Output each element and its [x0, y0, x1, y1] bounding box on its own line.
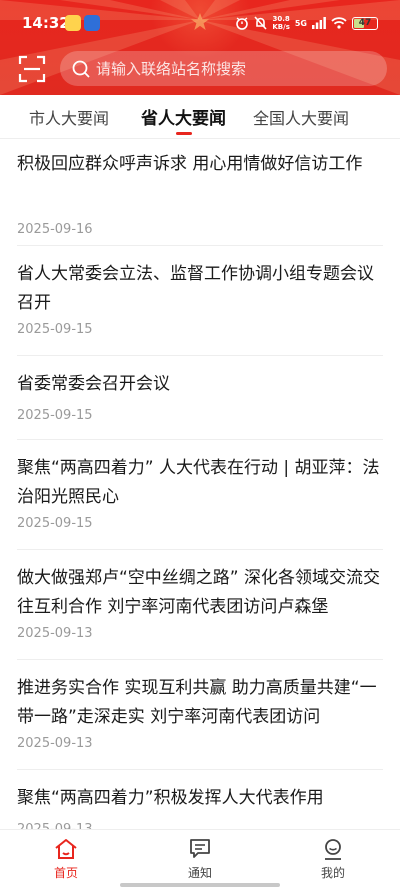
wifi-icon	[331, 17, 347, 29]
nav-home[interactable]: 首页	[36, 838, 96, 881]
news-title: 聚焦“两高四着力” 人大代表在行动 | 胡亚萍：法治阳光照民心	[17, 458, 380, 507]
news-title: 聚焦“两高四着力”积极发挥人大代表作用	[17, 788, 324, 808]
signal-icon	[312, 17, 326, 29]
status-indicators: 30.8 KB/s 5G 47	[235, 13, 378, 33]
app-notification-icon	[65, 15, 81, 31]
news-title: 做大做强郑卢“空中丝绸之路” 深化各领域交流交往互利合作 刘宁率河南代表团访问卢…	[17, 568, 381, 617]
active-tab-indicator	[176, 132, 192, 135]
news-date: 2025-09-16	[17, 222, 93, 237]
news-date: 2025-09-15	[17, 322, 93, 337]
search-bar[interactable]	[60, 51, 387, 86]
nav-notifications-label: 通知	[187, 866, 212, 880]
home-icon	[55, 839, 77, 859]
news-item[interactable]: 聚焦“两高四着力” 人大代表在行动 | 胡亚萍：法治阳光照民心 2025-09-…	[17, 440, 383, 550]
profile-icon	[325, 839, 341, 860]
status-bar: 14:32 30.8 KB/s 5G 47	[0, 0, 400, 48]
news-item[interactable]: 聚焦“两高四着力”积极发挥人大代表作用 2025-09-13	[17, 770, 383, 830]
app-notification-icon	[84, 15, 100, 31]
news-date: 2025-09-13	[17, 626, 93, 641]
news-item[interactable]: 省委常委会召开会议 2025-09-15	[17, 356, 383, 440]
mute-bell-icon	[254, 16, 267, 30]
battery-indicator: 47	[352, 16, 378, 30]
app-header: 14:32 30.8 KB/s 5G 47 请输入联络站名称搜索	[0, 0, 400, 95]
news-title: 积极回应群众呼声诉求 用心用情做好信访工作	[17, 154, 363, 174]
news-list: 积极回应群众呼声诉求 用心用情做好信访工作 2025-09-16 省人大常委会立…	[0, 140, 400, 830]
bottom-navigation: 首页 通知 我的	[0, 829, 400, 889]
network-type: 5G	[294, 18, 307, 28]
tab-national-news[interactable]: 全国人大要闻	[253, 105, 349, 129]
news-date: 2025-09-15	[17, 408, 93, 423]
search-icon	[72, 60, 90, 78]
news-item[interactable]: 省人大常委会立法、监督工作协调小组专题会议召开 2025-09-15	[17, 246, 383, 356]
news-item[interactable]: 推进务实合作 实现互利共赢 助力高质量共建“一带一路”走深走实 刘宁率河南代表团…	[17, 660, 383, 770]
search-input[interactable]	[96, 59, 366, 78]
network-speed: 30.8 KB/s	[272, 15, 290, 31]
home-indicator	[120, 883, 280, 887]
nav-home-label: 首页	[53, 866, 78, 880]
news-item[interactable]: 做大做强郑卢“空中丝绸之路” 深化各领域交流交往互利合作 刘宁率河南代表团访问卢…	[17, 550, 383, 660]
news-date: 2025-09-13	[17, 736, 93, 751]
nav-notifications[interactable]: 通知	[170, 838, 230, 881]
tab-province-news[interactable]: 省人大要闻	[141, 104, 226, 129]
nav-profile[interactable]: 我的	[303, 838, 363, 881]
news-title: 省委常委会召开会议	[17, 374, 170, 394]
tab-city-news[interactable]: 市人大要闻	[29, 105, 109, 129]
news-item[interactable]: 积极回应群众呼声诉求 用心用情做好信访工作 2025-09-16	[17, 150, 383, 246]
alarm-icon	[236, 17, 249, 30]
news-title: 省人大常委会立法、监督工作协调小组专题会议召开	[17, 264, 374, 313]
scan-icon	[18, 55, 46, 83]
nav-profile-label: 我的	[320, 866, 345, 880]
message-icon	[190, 839, 210, 858]
news-title: 推进务实合作 实现互利共赢 助力高质量共建“一带一路”走深走实 刘宁率河南代表团…	[17, 678, 377, 727]
news-date: 2025-09-15	[17, 516, 93, 531]
category-tabs: 市人大要闻 省人大要闻 全国人大要闻	[0, 95, 400, 139]
scan-button[interactable]	[18, 55, 46, 83]
status-time: 14:32	[22, 14, 70, 32]
